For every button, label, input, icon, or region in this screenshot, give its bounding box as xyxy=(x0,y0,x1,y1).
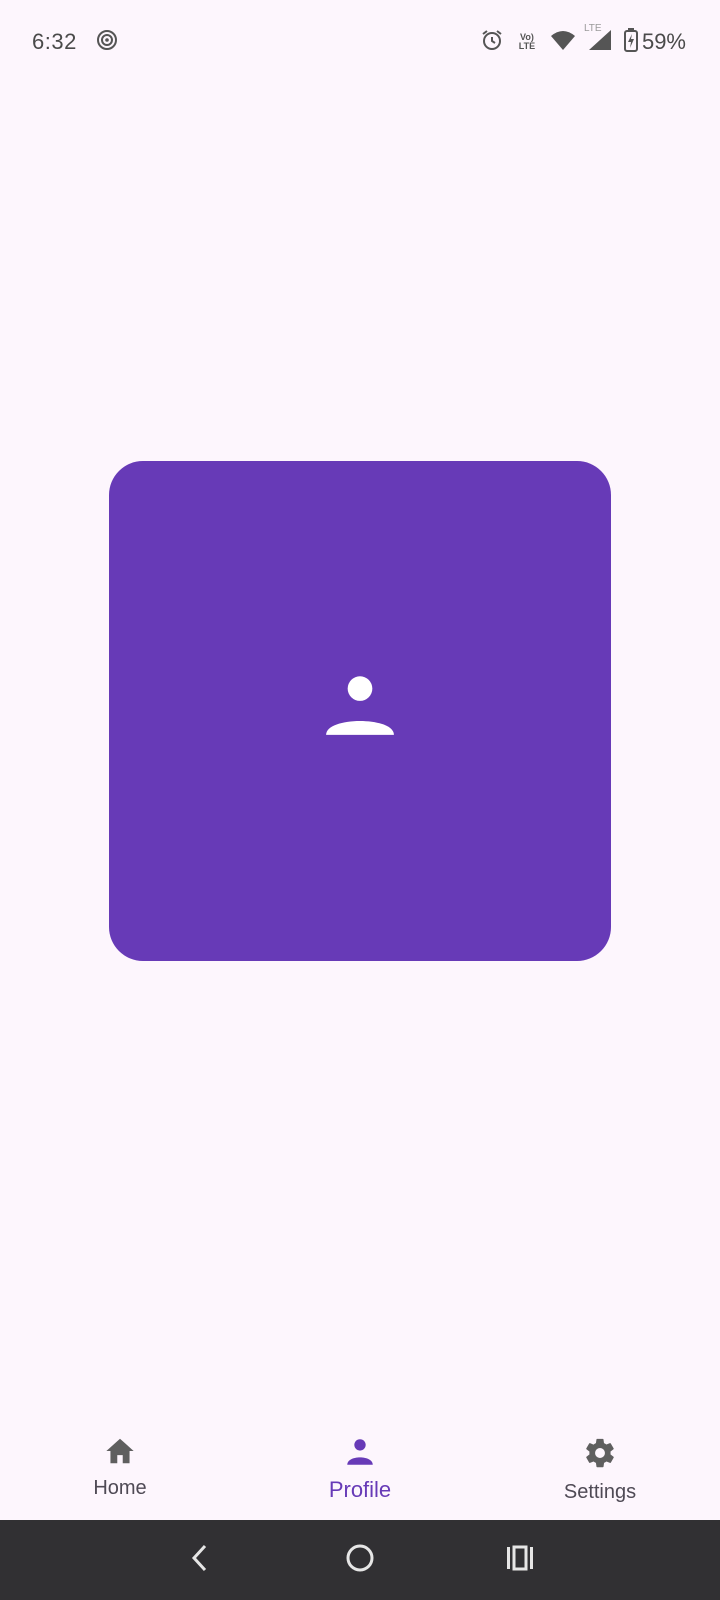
volte-icon: Vo) LTE xyxy=(516,33,538,51)
system-navigation-bar xyxy=(0,1520,720,1600)
nav-label-home: Home xyxy=(93,1477,147,1499)
alarm-icon xyxy=(480,28,504,57)
recents-icon xyxy=(505,1544,535,1577)
person-icon xyxy=(343,1436,377,1473)
gear-icon xyxy=(583,1436,617,1475)
nav-label-profile: Profile xyxy=(328,1477,392,1502)
wifi-icon xyxy=(550,29,576,56)
back-button[interactable] xyxy=(160,1520,240,1600)
person-icon xyxy=(323,667,397,746)
status-time: 6:32 xyxy=(32,29,77,54)
home-icon xyxy=(103,1436,137,1471)
nav-item-profile[interactable]: Profile xyxy=(240,1418,480,1520)
screen: 6:32 Vo) LTE LTE 59% Home Profile Settin… xyxy=(0,0,720,1600)
lte-signal-icon: LTE xyxy=(584,23,612,56)
recents-button[interactable] xyxy=(480,1520,560,1600)
hotspot-icon xyxy=(95,28,119,57)
bottom-navigation: Home Profile Settings xyxy=(0,1418,720,1520)
profile-card[interactable] xyxy=(109,461,611,961)
battery-charging-icon xyxy=(623,27,638,57)
back-icon xyxy=(188,1543,212,1578)
nav-item-settings[interactable]: Settings xyxy=(480,1418,720,1520)
lte-label: LTE xyxy=(583,22,602,34)
home-button[interactable] xyxy=(320,1520,400,1600)
nav-item-home[interactable]: Home xyxy=(0,1418,240,1520)
nav-label-settings: Settings xyxy=(563,1481,637,1503)
battery-percentage: 59% xyxy=(641,29,686,54)
status-bar: 6:32 Vo) LTE LTE 59% xyxy=(0,0,720,84)
home-circle-icon xyxy=(345,1543,375,1578)
volte-bottom-label: LTE xyxy=(518,41,536,51)
